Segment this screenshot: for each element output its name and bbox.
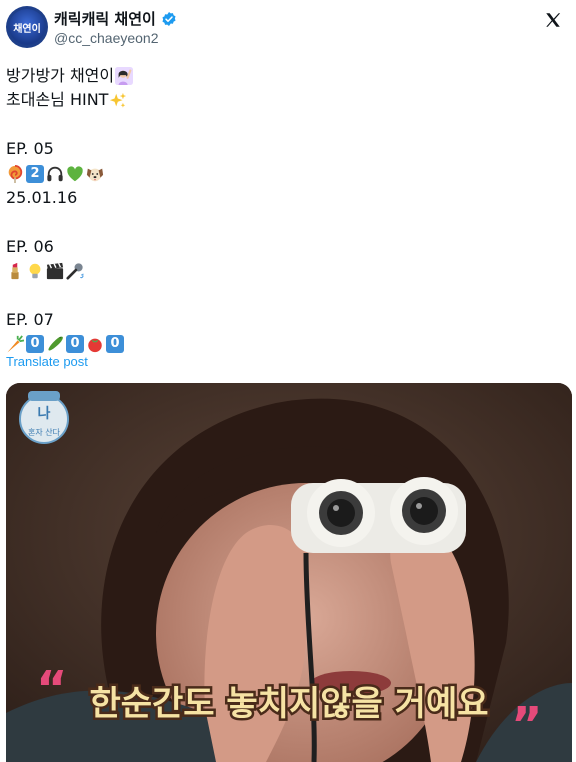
lipstick-icon (11, 263, 19, 280)
guest-hint-text: 초대손님 HINT (6, 90, 109, 110)
sparkles-icon (110, 92, 127, 108)
light-bulb-icon (29, 264, 41, 279)
keycap-0-icon: 0 (26, 335, 44, 354)
greeting-text: 방가방가 채연이 (6, 66, 115, 85)
account-handle[interactable]: @cc_chaeyeon2 (54, 30, 159, 46)
keycap-0-icon: 0 (66, 335, 84, 354)
green-heart-icon (67, 166, 83, 181)
keycap-2-icon: 2 (26, 164, 44, 183)
microphone-icon (66, 263, 84, 280)
post-line-2: 초대손님 HINT (6, 88, 566, 112)
post-header: 채연이 캐릭캐릭 채연이 @cc_chaeyeon2 (6, 6, 570, 50)
episode-label: EP. 05 (6, 139, 54, 159)
post-image[interactable]: 나 혼자 산다 한순간도 놓치지않을 거예요 “ ” (6, 383, 572, 762)
tomato-icon (88, 339, 102, 353)
carrot-icon (7, 335, 24, 354)
cucumber-icon (48, 337, 63, 352)
show-logo-subtext: 혼자 산다 (28, 427, 61, 437)
open-quote-mark: “ (36, 661, 68, 717)
post-line-ep06: EP. 06 (6, 235, 566, 259)
post-text: 방가방가 채연이 초대손님 HINT EP. 05 2 25.01.16 EP.… (6, 64, 566, 357)
broadcast-date: 25.01.16 (6, 187, 78, 207)
verified-badge-icon (162, 11, 176, 26)
woman-raising-hand-icon (115, 67, 134, 86)
name-row: 캐릭캐릭 채연이 (54, 8, 177, 29)
ep07-emoji-row: 0 0 0 (6, 332, 566, 356)
post-line-date: 25.01.16 (6, 186, 566, 210)
ep05-emoji-row: 2 (6, 162, 566, 186)
avatar-label: 채연이 (13, 24, 41, 35)
avatar[interactable]: 채연이 (6, 6, 48, 48)
translate-post-link[interactable]: Translate post (6, 354, 88, 369)
clapper-board-icon (46, 263, 64, 280)
show-logo: 나 (38, 406, 51, 422)
episode-label: EP. 06 (6, 236, 54, 256)
headphones-icon (47, 166, 63, 181)
keycap-0-icon: 0 (106, 335, 124, 354)
dog-face-icon (86, 168, 104, 181)
close-quote-mark: ” (511, 697, 543, 753)
post-line-ep05: EP. 05 (6, 137, 566, 161)
x-logo-icon[interactable] (544, 11, 562, 29)
episode-label: EP. 07 (6, 309, 54, 329)
ep06-emoji-row (6, 259, 566, 283)
video-caption: 한순간도 놓치지않을 거예요 (89, 684, 488, 724)
post-line-1: 방가방가 채연이 (6, 64, 566, 88)
binoculars-scene-image: 나 혼자 산다 한순간도 놓치지않을 거예요 “ ” (6, 383, 572, 762)
display-name[interactable]: 캐릭캐릭 채연이 (54, 8, 156, 29)
post-line-ep07: EP. 07 (6, 308, 566, 332)
lollipop-icon (8, 164, 23, 183)
